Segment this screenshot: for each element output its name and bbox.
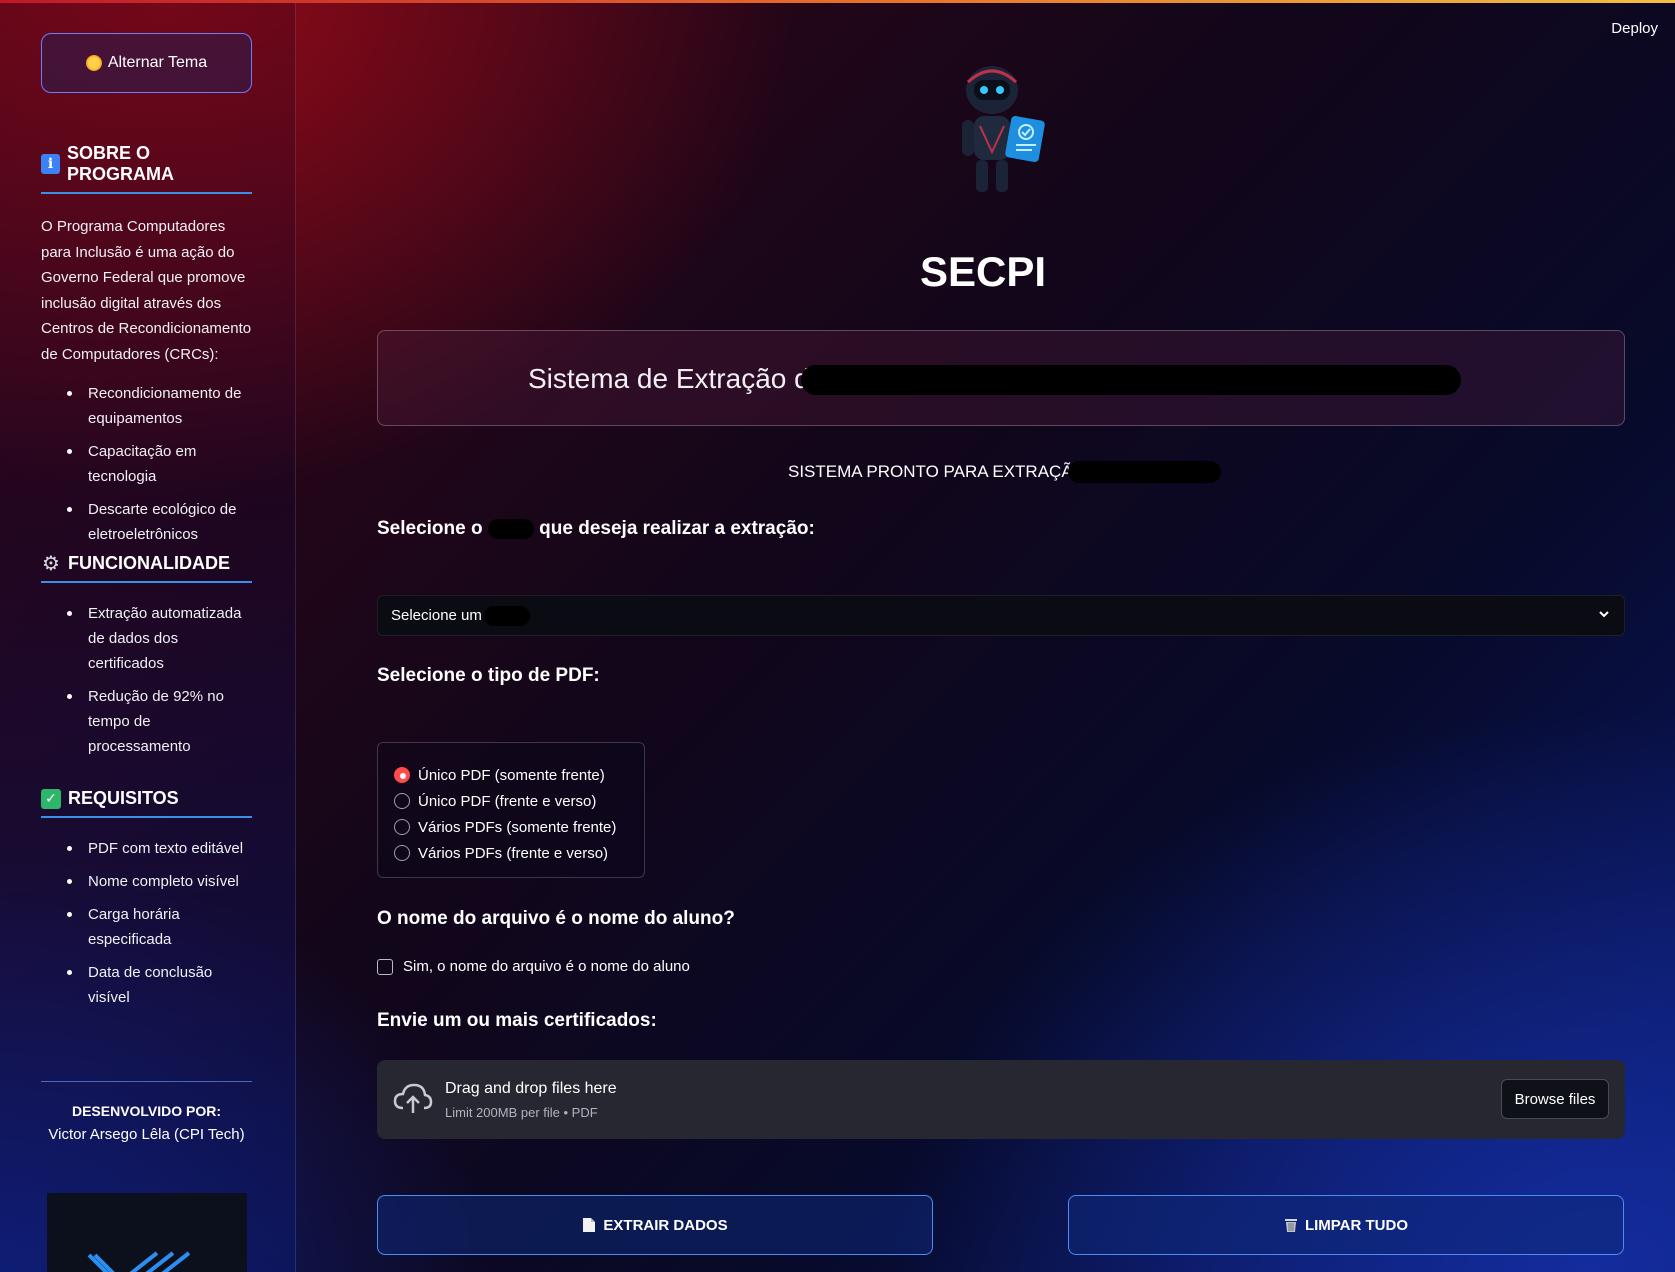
trash-icon xyxy=(1284,1219,1297,1232)
radio-option-multi-duplex[interactable]: Vários PDFs (frente e verso) xyxy=(394,840,644,866)
system-title: Sistema de Extração de xyxy=(528,363,826,394)
select-question: Selecione o que deseja realizar a extraç… xyxy=(377,518,815,540)
about-title: SOBRE O PROGRAMA xyxy=(66,143,174,184)
developer-label: DESENVOLVIDO POR: xyxy=(71,1103,222,1119)
redacted-block xyxy=(1068,461,1221,483)
toggle-theme-label: Alternar Tema xyxy=(107,54,208,71)
requirements-title: REQUISITOS xyxy=(68,788,179,808)
radio-selected-icon xyxy=(394,767,410,783)
filename-checkbox[interactable]: Sim, o nome do arquivo é o nome do aluno xyxy=(377,958,690,975)
item-select-dropdown[interactable]: Selecione um xyxy=(377,595,1625,636)
upload-question: Envie um ou mais certificados: xyxy=(377,1010,657,1031)
developer-divider xyxy=(41,1081,252,1082)
features-heading: ⚙ FUNCIONALIDADE xyxy=(41,553,252,583)
radio-option-single-duplex[interactable]: Único PDF (frente e verso) xyxy=(394,788,644,814)
about-heading: i SOBRE O PROGRAMA xyxy=(41,143,252,194)
filename-question: O nome do arquivo é o nome do aluno? xyxy=(377,908,735,929)
about-text: O Programa Computadores para Inclusão é … xyxy=(41,218,252,363)
requirements-section: ✓ REQUISITOS PDF com texto editável Nome… xyxy=(41,788,252,1018)
pdf-type-question: Selecione o tipo de PDF: xyxy=(377,665,600,686)
document-icon xyxy=(583,1218,596,1232)
list-item: Capacitação em tecnologia xyxy=(41,439,252,489)
checkbox-label: Sim, o nome do arquivo é o nome do aluno xyxy=(403,958,690,975)
about-list: Recondicionamento de equipamentos Capaci… xyxy=(41,381,252,547)
chevron-down-icon xyxy=(1599,611,1609,618)
redacted-block xyxy=(483,605,530,626)
pdf-type-radio-group: Único PDF (somente frente) Único PDF (fr… xyxy=(377,742,645,878)
robot-mascot-image xyxy=(962,66,1045,192)
sidebar: Alternar Tema i SOBRE O PROGRAMA O Progr… xyxy=(0,3,296,1272)
select-question-suffix: que deseja realizar a extração: xyxy=(539,518,815,539)
redacted-block xyxy=(801,365,1461,395)
system-banner: Sistema de Extração de xyxy=(377,330,1625,426)
radio-option-multi-front[interactable]: Vários PDFs (somente frente) xyxy=(394,814,644,840)
list-item: Descarte ecológico de eletroeletrônicos xyxy=(41,497,252,547)
features-section: ⚙ FUNCIONALIDADE Extração automatizada d… xyxy=(41,553,252,767)
redacted-block xyxy=(487,518,534,539)
clear-all-label: LIMPAR TUDO xyxy=(1304,1216,1409,1234)
select-value: Selecione um xyxy=(391,607,482,624)
status-label: SISTEMA PRONTO PARA EXTRAÇÃO xyxy=(788,462,1086,481)
check-icon: ✓ xyxy=(41,788,61,809)
features-title: FUNCIONALIDADE xyxy=(68,553,230,573)
list-item: Data de conclusão visível xyxy=(41,960,252,1010)
radio-option-single-front[interactable]: Único PDF (somente frente) xyxy=(394,762,644,788)
toggle-theme-button[interactable]: Alternar Tema xyxy=(41,33,252,93)
radio-icon xyxy=(394,793,410,809)
upload-main-text: Drag and drop files here xyxy=(445,1080,617,1097)
extract-data-button[interactable]: EXTRAIR DADOS xyxy=(377,1195,933,1255)
list-item: Recondicionamento de equipamentos xyxy=(41,381,252,431)
extract-data-label: EXTRAIR DADOS xyxy=(603,1216,728,1234)
clear-all-button[interactable]: LIMPAR TUDO xyxy=(1068,1195,1624,1255)
about-section: i SOBRE O PROGRAMA O Programa Computador… xyxy=(41,143,252,555)
status-text: SISTEMA PRONTO PARA EXTRAÇÃO xyxy=(788,462,1086,482)
radio-icon xyxy=(394,845,410,861)
list-item: Redução de 92% no tempo de processamento xyxy=(41,684,252,759)
radio-label: Único PDF (frente e verso) xyxy=(418,792,597,810)
browse-files-button[interactable]: Browse files xyxy=(1501,1079,1609,1119)
radio-icon xyxy=(394,819,410,835)
radio-label: Vários PDFs (frente e verso) xyxy=(418,844,609,862)
features-list: Extração automatizada de dados dos certi… xyxy=(41,601,252,759)
radio-label: Único PDF (somente frente) xyxy=(418,766,605,784)
radio-label: Vários PDFs (somente frente) xyxy=(418,818,617,836)
deploy-button[interactable]: Deploy xyxy=(1611,20,1658,37)
file-uploader-dropzone[interactable]: Drag and drop files here Limit 200MB per… xyxy=(377,1060,1625,1139)
requirements-list: PDF com texto editável Nome completo vis… xyxy=(41,836,252,1010)
list-item: PDF com texto editável xyxy=(41,836,252,861)
checkbox-box[interactable] xyxy=(377,958,393,975)
developer-name: Victor Arsego Lêla (CPI Tech) xyxy=(48,1126,245,1143)
cloud-upload-icon xyxy=(393,1083,433,1113)
sun-icon xyxy=(85,55,102,71)
list-item: Extração automatizada de dados dos certi… xyxy=(41,601,252,676)
requirements-heading: ✓ REQUISITOS xyxy=(41,788,252,818)
list-item: Nome completo visível xyxy=(41,869,252,894)
list-item: Carga horária especificada xyxy=(41,902,252,952)
upload-limit-text: Limit 200MB per file • PDF xyxy=(445,1105,598,1120)
developer-logo xyxy=(47,1193,247,1272)
info-icon: i xyxy=(41,154,60,174)
select-question-prefix: Selecione o xyxy=(377,518,483,539)
gear-icon: ⚙ xyxy=(42,553,60,575)
page-title: SECPI xyxy=(919,248,1047,295)
